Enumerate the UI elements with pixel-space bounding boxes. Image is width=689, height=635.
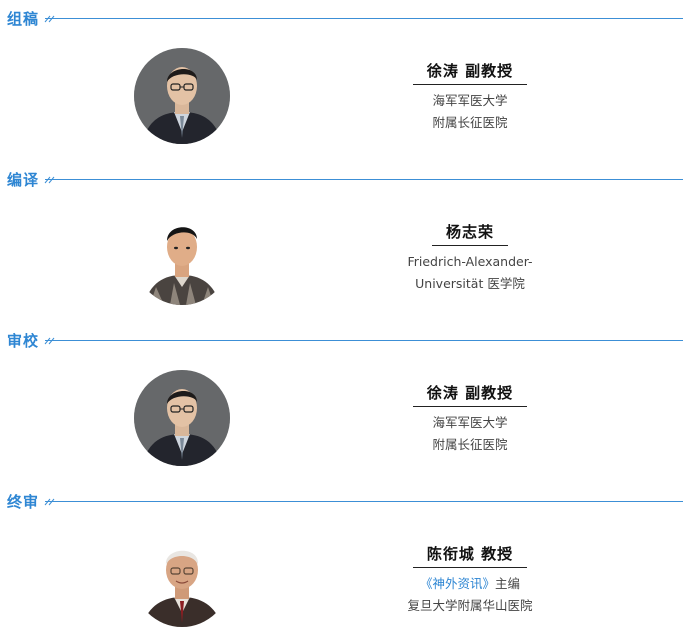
section-final-review: 终审 陈衔城 教授 《神外资讯》主编 复旦大学附属华山医院 bbox=[0, 487, 689, 635]
person-info: 徐涛 副教授 海军军医大学 附属长征医院 bbox=[380, 382, 560, 456]
person-photo-icon bbox=[134, 209, 230, 305]
section-header: 编译 bbox=[0, 165, 689, 189]
section-title: 组稿 bbox=[7, 10, 40, 28]
person-photo-icon bbox=[134, 370, 230, 466]
avatar bbox=[134, 531, 230, 627]
section-reviewer: 审校 徐涛 副教授 海军军医大学 附属长征医院 bbox=[0, 326, 689, 487]
section-divider bbox=[45, 501, 683, 502]
avatar bbox=[134, 209, 230, 305]
affiliation-line: 复旦大学附属华山医院 bbox=[407, 598, 533, 613]
person-photo-icon bbox=[134, 531, 230, 627]
section-divider bbox=[45, 340, 683, 341]
affiliation-line: Friedrich-Alexander- bbox=[407, 254, 533, 269]
person-info: 陈衔城 教授 《神外资讯》主编 复旦大学附属华山医院 bbox=[380, 543, 560, 617]
person-name: 杨志荣 bbox=[431, 221, 508, 246]
section-title: 审校 bbox=[7, 332, 40, 350]
person-affiliation: 《神外资讯》主编 复旦大学附属华山医院 bbox=[380, 573, 560, 617]
person-info: 杨志荣 Friedrich-Alexander- Universität 医学院 bbox=[380, 221, 560, 295]
journal-role: 主编 bbox=[495, 576, 521, 591]
person-info: 徐涛 副教授 海军军医大学 附属长征医院 bbox=[380, 60, 560, 134]
person-photo-icon bbox=[134, 48, 230, 144]
section-header: 审校 bbox=[0, 326, 689, 350]
affiliation-line: 附属长征医院 bbox=[432, 115, 508, 130]
affiliation-line: 《神外资讯》主编 bbox=[380, 573, 560, 595]
avatar bbox=[134, 370, 230, 466]
person-affiliation: 海军军医大学 附属长征医院 bbox=[380, 412, 560, 456]
person-name: 徐涛 副教授 bbox=[412, 382, 528, 407]
affiliation-line: Universität 医学院 bbox=[415, 276, 525, 291]
avatar bbox=[134, 48, 230, 144]
section-header: 组稿 bbox=[0, 4, 689, 28]
section-divider bbox=[45, 18, 683, 19]
section-title: 终审 bbox=[7, 493, 40, 511]
affiliation-line: 海军军医大学 bbox=[432, 93, 508, 108]
affiliation-line: 海军军医大学 bbox=[432, 415, 508, 430]
section-header: 终审 bbox=[0, 487, 689, 511]
section-title: 编译 bbox=[7, 171, 40, 189]
person-affiliation: 海军军医大学 附属长征医院 bbox=[380, 90, 560, 134]
section-organizer: 组稿 徐涛 副教授 海军军医大学 附属长征医院 bbox=[0, 4, 689, 165]
affiliation-line: 附属长征医院 bbox=[432, 437, 508, 452]
person-name: 徐涛 副教授 bbox=[412, 60, 528, 85]
section-translator: 编译 杨志荣 Friedrich-Alexander- Universität … bbox=[0, 165, 689, 326]
journal-link[interactable]: 《神外资讯》 bbox=[420, 576, 495, 591]
person-name: 陈衔城 教授 bbox=[412, 543, 528, 568]
person-affiliation: Friedrich-Alexander- Universität 医学院 bbox=[380, 251, 560, 295]
section-divider bbox=[45, 179, 683, 180]
